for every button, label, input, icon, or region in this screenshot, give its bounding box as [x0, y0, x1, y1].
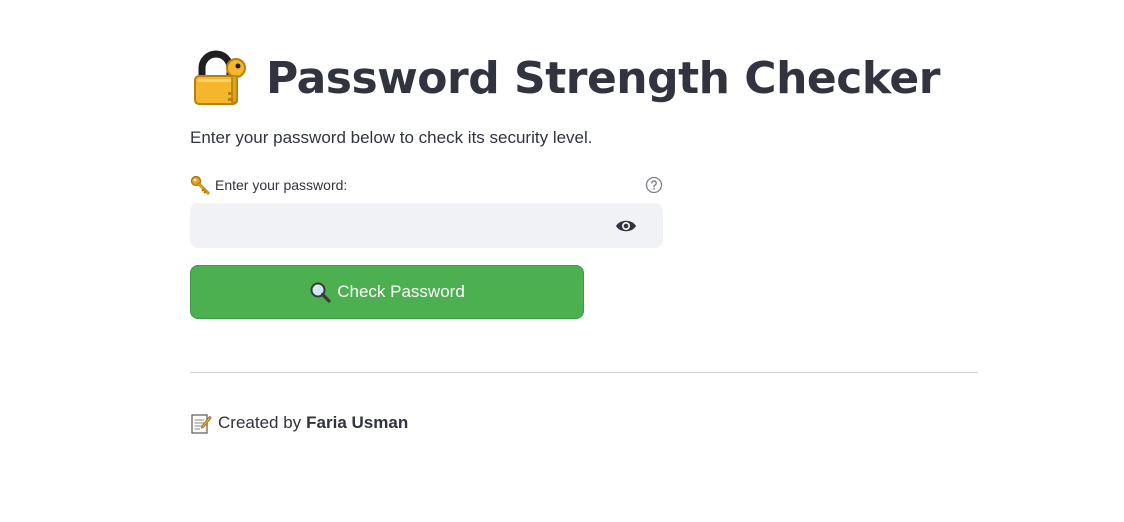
page-title: Password Strength Checker	[266, 52, 940, 104]
key-icon	[190, 175, 210, 195]
check-password-label: Check Password	[337, 282, 465, 301]
password-label-row: Enter your password:	[190, 174, 663, 196]
footer-prefix: Created by	[218, 413, 302, 432]
eye-icon[interactable]	[615, 216, 637, 236]
locked-with-key-icon	[190, 50, 252, 106]
footer: Created by Faria Usman	[190, 411, 408, 435]
check-password-button[interactable]: Check Password	[190, 265, 584, 319]
app-page: Password Strength Checker Enter your pas…	[0, 0, 1124, 522]
memo-icon	[190, 412, 212, 434]
footer-author: Faria Usman	[306, 413, 409, 432]
intro-text: Enter your password below to check its s…	[190, 128, 593, 147]
password-field-label: Enter your password:	[215, 177, 348, 193]
title-row: Password Strength Checker	[190, 48, 940, 108]
divider	[190, 372, 978, 373]
question-circle-icon[interactable]	[645, 176, 663, 194]
password-input-container	[190, 203, 663, 248]
password-input[interactable]	[190, 203, 600, 248]
magnifying-glass-icon	[309, 281, 331, 303]
